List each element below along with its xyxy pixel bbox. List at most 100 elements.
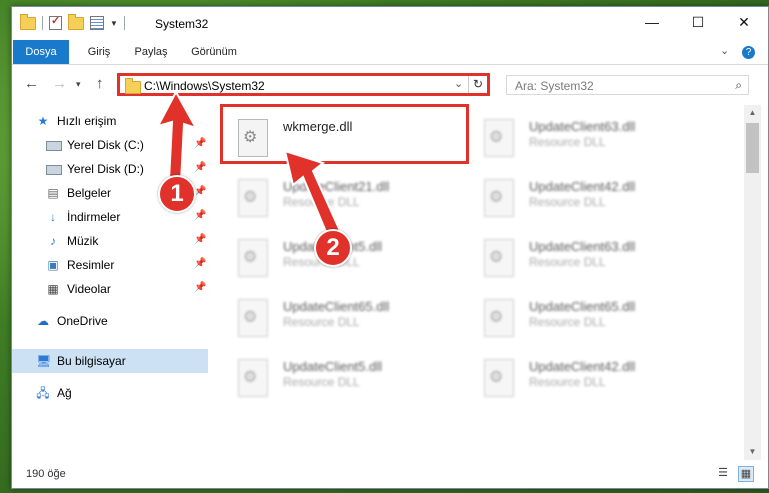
sidebar-item-label: Ağ [57, 386, 72, 400]
file-name: UpdateClient65.dll [283, 299, 390, 314]
pin-icon[interactable]: 📌 [194, 258, 206, 269]
file-tile[interactable]: UpdateClient65.dll Resource DLL [480, 293, 710, 347]
new-folder-icon[interactable] [68, 13, 84, 30]
expand-ribbon-icon[interactable]: ⌄ [720, 44, 729, 57]
sidebar-item-onedrive[interactable]: ☁ OneDrive [12, 309, 208, 333]
arrow-2-icon [283, 149, 343, 241]
dll-file-icon [484, 119, 514, 157]
documents-icon: ▤ [47, 186, 59, 200]
sidebar-item-this-pc[interactable]: 🖥 Bu bilgisayar [12, 349, 208, 373]
recent-locations-chevron-icon[interactable]: ▾ [76, 79, 81, 90]
sidebar-item-label: Müzik [67, 234, 99, 248]
status-bar: 190 öğe ☰ ▦ [12, 460, 768, 488]
dll-file-icon [238, 359, 268, 397]
sidebar-item-pictures[interactable]: ▣ Resimler 📌 [12, 253, 208, 277]
file-tile[interactable]: UpdateClient42.dll Resource DLL [480, 173, 710, 227]
file-name: UpdateClient5.dll [283, 359, 383, 374]
file-tile[interactable]: UpdateClient42.dll Resource DLL [480, 353, 710, 407]
file-explorer-window: ▼ System32 — ☐ ✕ Dosya Giriş Paylaş Görü… [11, 6, 769, 489]
customize-toolbar-icon[interactable] [90, 16, 104, 30]
pin-icon[interactable]: 📌 [194, 282, 206, 293]
sidebar-item-label: Resimler [67, 258, 115, 272]
star-icon: ★ [37, 114, 49, 128]
file-name: UpdateClient42.dll [529, 179, 636, 194]
computer-icon: 🖥 [36, 354, 52, 368]
tab-share[interactable]: Paylaş [128, 40, 174, 64]
sidebar-item-label: Hızlı erişim [57, 114, 117, 128]
file-tile[interactable]: UpdateClient65.dll Resource DLL [234, 293, 464, 347]
sidebar-item-label: Videolar [67, 282, 111, 296]
pin-icon[interactable]: 📌 [194, 234, 206, 245]
details-view-icon[interactable]: ☰ [716, 466, 730, 480]
sidebar-item-label: Yerel Disk (D:) [67, 162, 144, 176]
file-tile[interactable]: UpdateClient63.dll Resource DLL [480, 113, 710, 167]
file-type: Resource DLL [283, 375, 360, 389]
music-icon: ♪ [50, 234, 56, 248]
item-count: 190 öğe [26, 468, 66, 480]
quick-access-toolbar: ▼ [20, 13, 125, 30]
sidebar-item-videos[interactable]: ▦ Videolar 📌 [12, 277, 208, 301]
separator [123, 16, 125, 30]
folder-icon [20, 13, 36, 30]
dll-file-icon [484, 239, 514, 277]
file-name: UpdateClient63.dll [529, 119, 636, 134]
dll-file-icon [484, 299, 514, 337]
tab-home[interactable]: Giriş [80, 40, 118, 64]
refresh-button[interactable]: ↻ [468, 76, 487, 93]
file-type: Resource DLL [529, 315, 606, 329]
file-tile[interactable]: UpdateClient63.dll Resource DLL [480, 233, 710, 287]
maximize-button[interactable]: ☐ [675, 7, 721, 37]
cloud-icon: ☁ [37, 314, 49, 328]
close-button[interactable]: ✕ [721, 7, 767, 37]
search-icon[interactable]: ⌕ [735, 78, 742, 93]
sidebar-item-label: Bu bilgisayar [57, 354, 126, 368]
scroll-thumb[interactable] [746, 123, 759, 173]
file-type: Resource DLL [529, 255, 606, 269]
tab-view[interactable]: Görünüm [185, 40, 243, 64]
ribbon-tabs: Dosya Giriş Paylaş Görünüm ⌄ ? [12, 40, 768, 65]
vertical-scrollbar[interactable]: ▲ ▼ [744, 105, 761, 460]
back-arrow-icon[interactable]: ← [24, 75, 39, 92]
video-icon: ▦ [47, 282, 59, 296]
step-1-badge: 1 [158, 175, 196, 213]
search-input[interactable]: Ara: System32 ⌕ [506, 75, 749, 95]
file-tile[interactable]: UpdateClient5.dll Resource DLL [234, 353, 464, 407]
dll-file-icon [484, 179, 514, 217]
sidebar-item-label: Belgeler [67, 186, 112, 200]
sidebar-item-label: Yerel Disk (C:) [67, 138, 144, 152]
sidebar-item-music[interactable]: ♪ Müzik 📌 [12, 229, 208, 253]
up-arrow-icon[interactable]: ↑ [96, 75, 104, 92]
scroll-down-icon[interactable]: ▼ [744, 444, 761, 460]
step-2-badge: 2 [314, 229, 352, 267]
drive-icon [46, 138, 62, 152]
sidebar-item-network[interactable]: 🖧 Ağ [12, 381, 208, 405]
chevron-down-icon[interactable]: ▼ [110, 19, 118, 28]
dll-file-icon [238, 179, 268, 217]
separator [42, 16, 43, 30]
file-type: Resource DLL [529, 195, 606, 209]
window-title: System32 [155, 17, 209, 31]
download-icon: ↓ [50, 210, 56, 224]
drive-icon [46, 162, 62, 176]
tiles-view-icon[interactable]: ▦ [738, 466, 754, 482]
search-placeholder: Ara: System32 [515, 79, 594, 93]
minimize-button[interactable]: — [629, 7, 675, 37]
file-name: UpdateClient63.dll [529, 239, 636, 254]
address-dropdown-chevron-icon[interactable]: ⌄ [454, 77, 463, 90]
help-icon[interactable]: ? [742, 46, 755, 59]
network-icon: 🖧 [36, 386, 50, 400]
file-name: UpdateClient42.dll [529, 359, 636, 374]
forward-arrow-icon[interactable]: → [52, 75, 67, 92]
dll-file-icon [238, 239, 268, 277]
pin-icon[interactable]: 📌 [194, 210, 206, 221]
tab-file[interactable]: Dosya [13, 40, 69, 64]
file-type: Resource DLL [529, 375, 606, 389]
file-type: Resource DLL [529, 135, 606, 149]
file-type: Resource DLL [283, 315, 360, 329]
address-row: ← → ▾ ↑ C:\Windows\System32 ⌄ ↻ Ara: Sys… [12, 65, 768, 105]
properties-check-icon[interactable] [49, 14, 62, 30]
sidebar-item-label: OneDrive [57, 314, 108, 328]
sidebar-item-label: İndirmeler [67, 210, 121, 224]
scroll-up-icon[interactable]: ▲ [744, 105, 761, 121]
file-name: UpdateClient65.dll [529, 299, 636, 314]
